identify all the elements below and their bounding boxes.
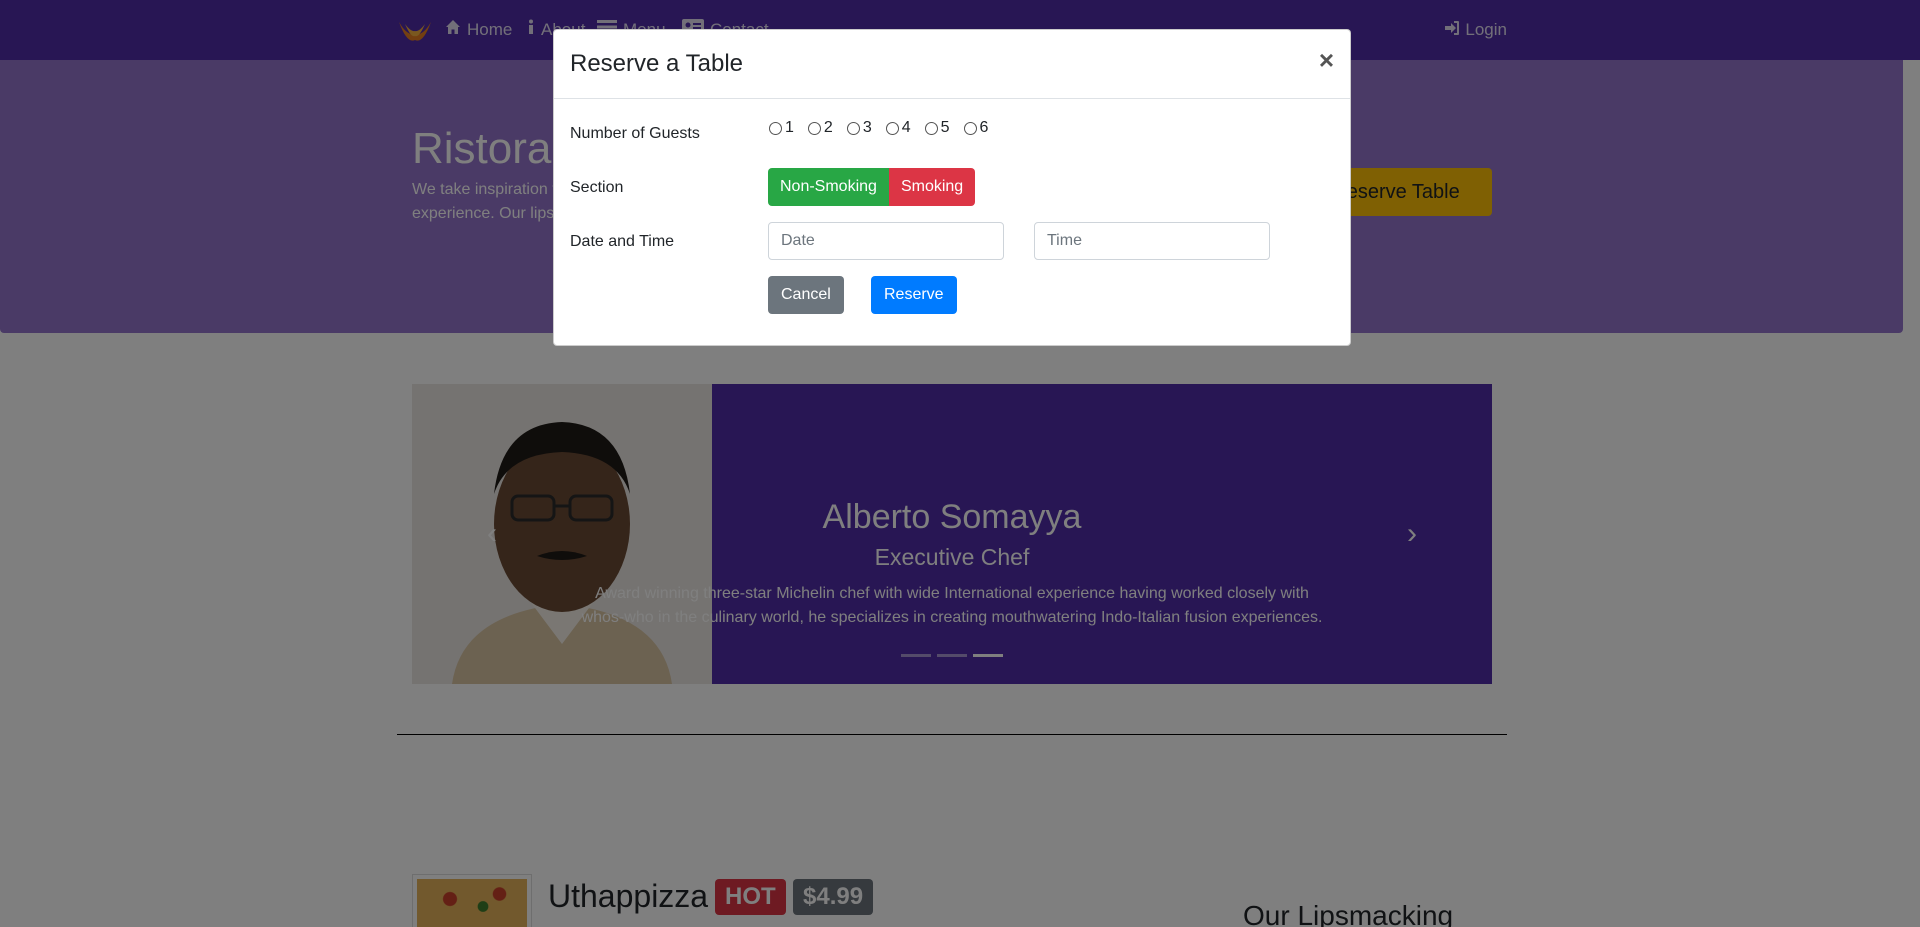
guest-option-4[interactable]: 4 — [885, 119, 911, 137]
guest-option-3[interactable]: 3 — [846, 119, 872, 137]
radio-icon[interactable] — [885, 121, 899, 135]
guest-option-1[interactable]: 1 — [769, 119, 794, 137]
radio-icon[interactable] — [807, 121, 821, 135]
time-input[interactable]: Time — [1034, 222, 1270, 260]
guest-option-6[interactable]: 6 — [963, 119, 988, 137]
radio-icon[interactable] — [846, 121, 860, 135]
reserve-table-modal: Reserve a Table × Number of Guests 1 2 3… — [553, 29, 1351, 346]
section-toggle-group: Non-Smoking Smoking — [768, 168, 976, 206]
modal-title: Reserve a Table — [570, 50, 743, 77]
date-input[interactable]: Date — [768, 222, 1004, 260]
section-label: Section — [570, 179, 624, 196]
datetime-label: Date and Time — [570, 233, 675, 250]
radio-icon[interactable] — [769, 121, 782, 135]
guests-label: Number of Guests — [570, 125, 700, 142]
radio-icon[interactable] — [963, 121, 977, 135]
close-icon: × — [1318, 45, 1334, 75]
modal-header: Reserve a Table × — [554, 30, 1350, 99]
cancel-button[interactable]: Cancel — [768, 276, 844, 314]
close-button[interactable]: × — [1319, 46, 1334, 74]
guests-radio-group: 1 2 3 4 5 6 — [769, 119, 988, 137]
radio-icon[interactable] — [924, 121, 938, 135]
non-smoking-button[interactable]: Non-Smoking — [768, 168, 889, 206]
smoking-button[interactable]: Smoking — [888, 168, 976, 206]
guest-option-5[interactable]: 5 — [924, 119, 950, 137]
reserve-button[interactable]: Reserve — [871, 276, 957, 314]
guest-option-2[interactable]: 2 — [807, 119, 833, 137]
